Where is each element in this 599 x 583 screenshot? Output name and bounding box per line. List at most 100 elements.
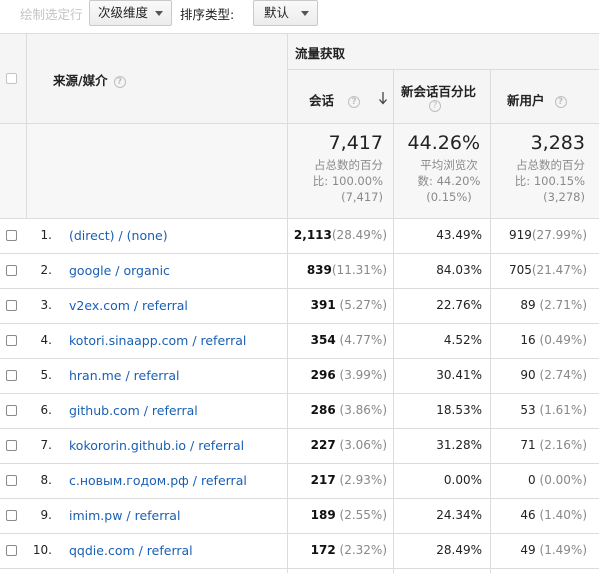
secondary-dimension-dropdown[interactable]: 次级维度 bbox=[89, 0, 172, 26]
new-users-cell: 46 (1.40%) bbox=[520, 508, 587, 522]
new-session-pct-cell: 24.34% bbox=[436, 508, 482, 522]
sort-type-dropdown[interactable]: 默认 bbox=[253, 0, 318, 26]
sort-type-value: 默认 bbox=[264, 5, 290, 20]
group-header: 流量获取 bbox=[295, 46, 346, 61]
table-row: 7. kokororin.github.io / referral 227 (3… bbox=[0, 428, 599, 463]
new-users-cell: 49 (1.49%) bbox=[520, 543, 587, 557]
sessions-cell: 354 (4.77%) bbox=[311, 333, 387, 347]
new-users-value: 919 bbox=[508, 228, 532, 242]
row-checkbox[interactable] bbox=[6, 335, 17, 346]
new-session-pct-cell: 28.49% bbox=[436, 543, 482, 557]
row-checkbox[interactable] bbox=[6, 230, 17, 241]
row-checkbox[interactable] bbox=[6, 545, 17, 556]
row-index: 6. bbox=[40, 403, 52, 417]
sessions-cell: 286 (3.86%) bbox=[311, 403, 387, 417]
summary-sessions-value: 7,417 bbox=[328, 132, 383, 154]
row-checkbox[interactable] bbox=[6, 265, 17, 276]
sessions-pct: (2.32%) bbox=[339, 543, 387, 557]
summary-note-line: 数: 44.20% bbox=[417, 174, 481, 188]
source-medium-link[interactable]: qqdie.com / referral bbox=[69, 543, 193, 558]
row-index: 9. bbox=[40, 508, 52, 522]
new-users-pct: (0.49%) bbox=[539, 333, 587, 347]
sessions-pct: (5.27%) bbox=[339, 298, 387, 312]
sessions-column-header[interactable]: 会话? bbox=[309, 90, 361, 109]
plot-rows-button[interactable]: 绘制选定行 bbox=[20, 4, 83, 23]
sessions-cell: 172 (2.32%) bbox=[311, 543, 387, 557]
sessions-value: 217 bbox=[310, 473, 336, 487]
question-circle-icon[interactable]: ? bbox=[348, 95, 361, 108]
new-users-value: 90 bbox=[520, 368, 536, 382]
source-medium-link[interactable]: hran.me / referral bbox=[69, 368, 179, 383]
row-checkbox[interactable] bbox=[6, 370, 17, 381]
new-users-value: 46 bbox=[520, 508, 536, 522]
new-users-value: 53 bbox=[520, 403, 536, 417]
source-medium-link[interactable]: (direct) / (none) bbox=[69, 228, 168, 243]
divider bbox=[26, 33, 27, 218]
row-index: 4. bbox=[40, 333, 52, 347]
sessions-value: 227 bbox=[310, 438, 336, 452]
new-users-pct: (1.40%) bbox=[539, 508, 587, 522]
new-users-cell: 53 (1.61%) bbox=[520, 403, 587, 417]
new-users-pct: (2.16%) bbox=[539, 438, 587, 452]
row-index: 8. bbox=[40, 473, 52, 487]
source-medium-link[interactable]: google / organic bbox=[69, 263, 170, 278]
summary-note-line: 占总数的百分 bbox=[516, 158, 585, 172]
summary-note-line: 比: 100.15% bbox=[514, 174, 585, 188]
source-medium-link[interactable]: с.новым.годом.рф / referral bbox=[69, 473, 247, 488]
row-checkbox[interactable] bbox=[6, 510, 17, 521]
question-circle-icon[interactable]: ? bbox=[113, 75, 126, 88]
source-medium-link[interactable]: imim.pw / referral bbox=[69, 508, 180, 523]
table-row: 8. с.новым.годом.рф / referral 217 (2.93… bbox=[0, 463, 599, 498]
question-circle-icon[interactable]: ? bbox=[554, 95, 567, 108]
sessions-cell: 189 (2.55%) bbox=[311, 508, 387, 522]
new-session-pct-cell: 0.00% bbox=[443, 473, 482, 487]
row-checkbox[interactable] bbox=[6, 405, 17, 416]
table-row: 9. imim.pw / referral 189 (2.55%) 24.34%… bbox=[0, 498, 599, 533]
source-medium-link[interactable]: kokororin.github.io / referral bbox=[69, 438, 244, 453]
new-users-column-header[interactable]: 新用户? bbox=[507, 90, 567, 109]
new-session-pct-column-header[interactable]: 新会话百分比 bbox=[401, 81, 476, 100]
new-users-pct: (2.74%) bbox=[539, 368, 587, 382]
new-users-value: 0 bbox=[528, 473, 536, 487]
row-checkbox[interactable] bbox=[6, 475, 17, 486]
dimension-header-label: 来源/媒介 bbox=[53, 73, 108, 88]
new-users-pct: (27.99%) bbox=[531, 228, 587, 242]
sessions-value: 839 bbox=[306, 263, 332, 277]
row-checkbox[interactable] bbox=[6, 440, 17, 451]
report-table: 来源/媒介? 流量获取 会话? 新会话百分比 ? 新用户? 7,417 占总数的… bbox=[0, 33, 599, 573]
row-index: 1. bbox=[40, 228, 52, 242]
arrow-down-icon[interactable] bbox=[378, 91, 388, 105]
select-all-checkbox[interactable] bbox=[6, 73, 17, 84]
source-medium-link[interactable]: github.com / referral bbox=[69, 403, 198, 418]
sessions-pct: (3.99%) bbox=[339, 368, 387, 382]
summary-new-users-value: 3,283 bbox=[530, 132, 585, 154]
source-medium-link[interactable]: v2ex.com / referral bbox=[69, 298, 188, 313]
sort-type-label: 排序类型: bbox=[180, 7, 235, 22]
new-session-pct-cell: 4.52% bbox=[443, 333, 482, 347]
dimension-header[interactable]: 来源/媒介? bbox=[53, 70, 126, 89]
table-row: 5. hran.me / referral 296 (3.99%) 30.41%… bbox=[0, 358, 599, 393]
new-session-pct-cell: 22.76% bbox=[436, 298, 482, 312]
sessions-pct: (28.49%) bbox=[331, 228, 387, 242]
sessions-pct: (2.55%) bbox=[339, 508, 387, 522]
new-users-cell: 0 (0.00%) bbox=[528, 473, 587, 487]
sessions-header-label: 会话 bbox=[309, 93, 335, 108]
new-session-pct-cell: 43.49% bbox=[436, 228, 482, 242]
question-circle-icon[interactable]: ? bbox=[429, 100, 441, 112]
summary-new-pct-note: 平均浏览次 数: 44.20% (0.15%) bbox=[409, 157, 489, 205]
new-users-value: 16 bbox=[520, 333, 536, 347]
sessions-pct: (2.93%) bbox=[339, 473, 387, 487]
summary-note-line: 平均浏览次 bbox=[420, 158, 478, 172]
table-row: 6. github.com / referral 286 (3.86%) 18.… bbox=[0, 393, 599, 428]
new-users-value: 89 bbox=[520, 298, 536, 312]
new-session-pct-cell: 18.53% bbox=[436, 403, 482, 417]
sessions-cell: 2,113(28.49%) bbox=[294, 228, 387, 242]
source-medium-link[interactable]: kotori.sinaapp.com / referral bbox=[69, 333, 246, 348]
new-users-cell: 89 (2.71%) bbox=[520, 298, 587, 312]
row-checkbox[interactable] bbox=[6, 300, 17, 311]
sessions-value: 286 bbox=[310, 403, 336, 417]
caret-down-icon bbox=[301, 11, 309, 16]
table-row: 10. qqdie.com / referral 172 (2.32%) 28.… bbox=[0, 533, 599, 568]
new-session-pct-cell: 30.41% bbox=[436, 368, 482, 382]
new-users-value: 71 bbox=[520, 438, 536, 452]
